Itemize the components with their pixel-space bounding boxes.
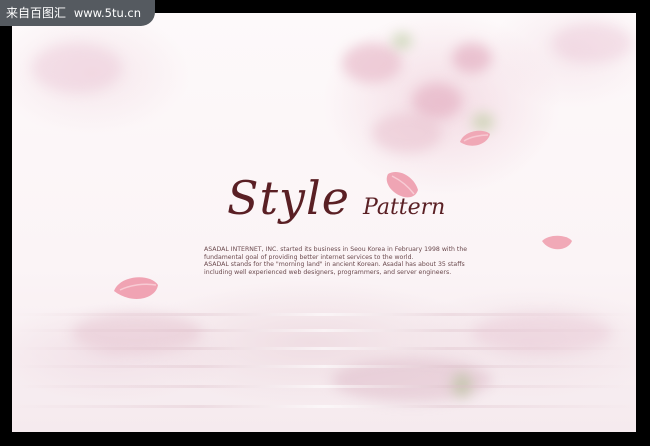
water-ripple — [12, 329, 636, 332]
cherry-blossom-artwork: Style Pattern ASADAL INTERNET, INC. star… — [12, 13, 636, 432]
body-copy: ASADAL INTERNET, INC. started its busine… — [204, 246, 484, 276]
petal-icon — [460, 130, 490, 146]
water-ripple — [12, 365, 636, 368]
image-frame: Style Pattern ASADAL INTERNET, INC. star… — [0, 0, 650, 446]
body-line: ASADAL stands for the "morning land" in … — [204, 261, 465, 269]
title-secondary: Pattern — [363, 195, 446, 220]
title-main: Style — [227, 171, 350, 225]
water-ripple — [12, 405, 636, 408]
petal-icon — [114, 277, 158, 299]
watermark-url: www.5tu.cn — [73, 6, 142, 20]
blurred-blossom — [392, 33, 412, 49]
body-line: fundamental goal of providing better int… — [204, 253, 414, 261]
blurred-blossom — [372, 113, 442, 153]
body-line: ASADAL INTERNET, INC. started its busine… — [204, 246, 468, 253]
blurred-blossom — [342, 43, 402, 83]
blurred-blossom — [32, 43, 122, 93]
water-ripple — [12, 313, 636, 316]
body-line: including well experienced web designers… — [204, 268, 452, 276]
blurred-blossom — [552, 23, 632, 63]
petal-icon — [542, 235, 572, 250]
water-ripple — [12, 347, 636, 350]
water-ripple — [12, 385, 636, 388]
site-watermark: 来自百图汇 www.5tu.cn — [0, 0, 156, 26]
blurred-blossom — [452, 43, 492, 73]
watermark-site-name: 来自百图汇 — [6, 6, 67, 20]
title: Style Pattern — [227, 171, 445, 225]
